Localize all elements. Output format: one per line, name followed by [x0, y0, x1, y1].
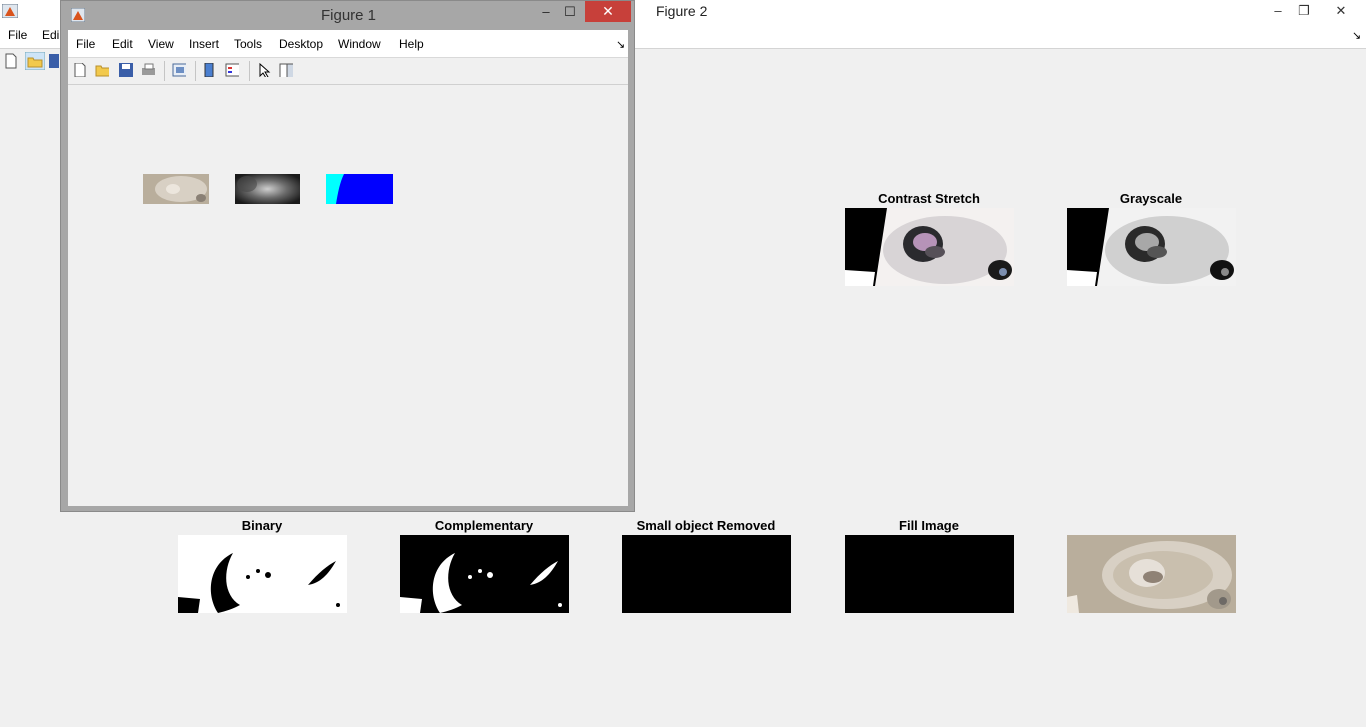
figure1-toolbar [68, 58, 628, 85]
menu-edit[interactable]: Edi [42, 28, 59, 42]
menu-insert[interactable]: Insert [189, 37, 219, 51]
show-plot-tools-icon[interactable] [279, 63, 293, 77]
grayscale-image [1067, 208, 1236, 286]
cyan-blue-thumb [326, 174, 393, 204]
binary-image [178, 535, 347, 613]
close-button[interactable]: ✕ [1318, 0, 1364, 22]
axes-title-complementary: Complementary [434, 518, 534, 533]
fill-image [845, 535, 1014, 613]
minimize-button[interactable]: – [1266, 0, 1290, 22]
minimize-button[interactable]: – [535, 1, 557, 23]
toolbar-separator [249, 61, 250, 81]
toolbar-separator [195, 61, 196, 81]
link-plot-icon[interactable] [172, 63, 186, 77]
original-image [1067, 535, 1236, 613]
axes-title-binary: Binary [241, 518, 283, 533]
axes-title-fill-image: Fill Image [899, 518, 959, 533]
new-figure-icon[interactable] [3, 53, 19, 69]
insert-colorbar-icon[interactable] [204, 63, 218, 77]
figure1-client: File Edit View Insert Tools Desktop Wind… [68, 30, 628, 506]
menu-file[interactable]: File [76, 37, 95, 51]
menu-desktop[interactable]: Desktop [279, 37, 323, 51]
blurred-gray-thumb [235, 174, 300, 204]
edit-plot-arrow-icon[interactable] [259, 63, 273, 77]
complementary-image [400, 535, 569, 613]
menu-view[interactable]: View [148, 37, 174, 51]
open-file-icon[interactable] [95, 63, 109, 77]
window-title: Figure 2 [656, 3, 708, 19]
contrast-stretch-image [845, 208, 1014, 286]
save-icon[interactable] [119, 63, 133, 77]
matlab-logo-icon [2, 4, 18, 18]
matlab-logo-icon [71, 8, 85, 22]
figure1-window[interactable]: Figure 1 – ☐ ✕ File Edit View Insert Too… [60, 0, 635, 512]
figure1-menubar: File Edit View Insert Tools Desktop Wind… [68, 30, 628, 58]
menu-file[interactable]: File [8, 28, 27, 42]
menu-help[interactable]: Help [399, 37, 424, 51]
toolbar-separator [164, 61, 165, 81]
menu-tools[interactable]: Tools [234, 37, 262, 51]
dock-icon[interactable]: ↘ [1352, 29, 1361, 42]
menu-edit[interactable]: Edit [112, 37, 133, 51]
open-file-icon[interactable] [25, 52, 45, 70]
dock-icon[interactable]: ↘ [616, 38, 625, 51]
new-figure-icon[interactable] [73, 63, 87, 77]
insert-legend-icon[interactable] [225, 63, 239, 77]
small-object-removed-image [622, 535, 791, 613]
axes-title-grayscale: Grayscale [1119, 191, 1183, 206]
axes-title-contrast-stretch: Contrast Stretch [878, 191, 980, 206]
maximize-button[interactable]: ☐ [559, 1, 581, 23]
save-icon[interactable] [49, 53, 59, 69]
print-icon[interactable] [141, 63, 155, 77]
axes-title-small-object-removed: Small object Removed [636, 518, 776, 533]
restore-button[interactable]: ❐ [1292, 0, 1316, 22]
window-title: Figure 1 [321, 7, 377, 24]
menu-window[interactable]: Window [338, 37, 381, 51]
original-thumb [143, 174, 209, 204]
close-button[interactable]: ✕ [585, 1, 631, 22]
